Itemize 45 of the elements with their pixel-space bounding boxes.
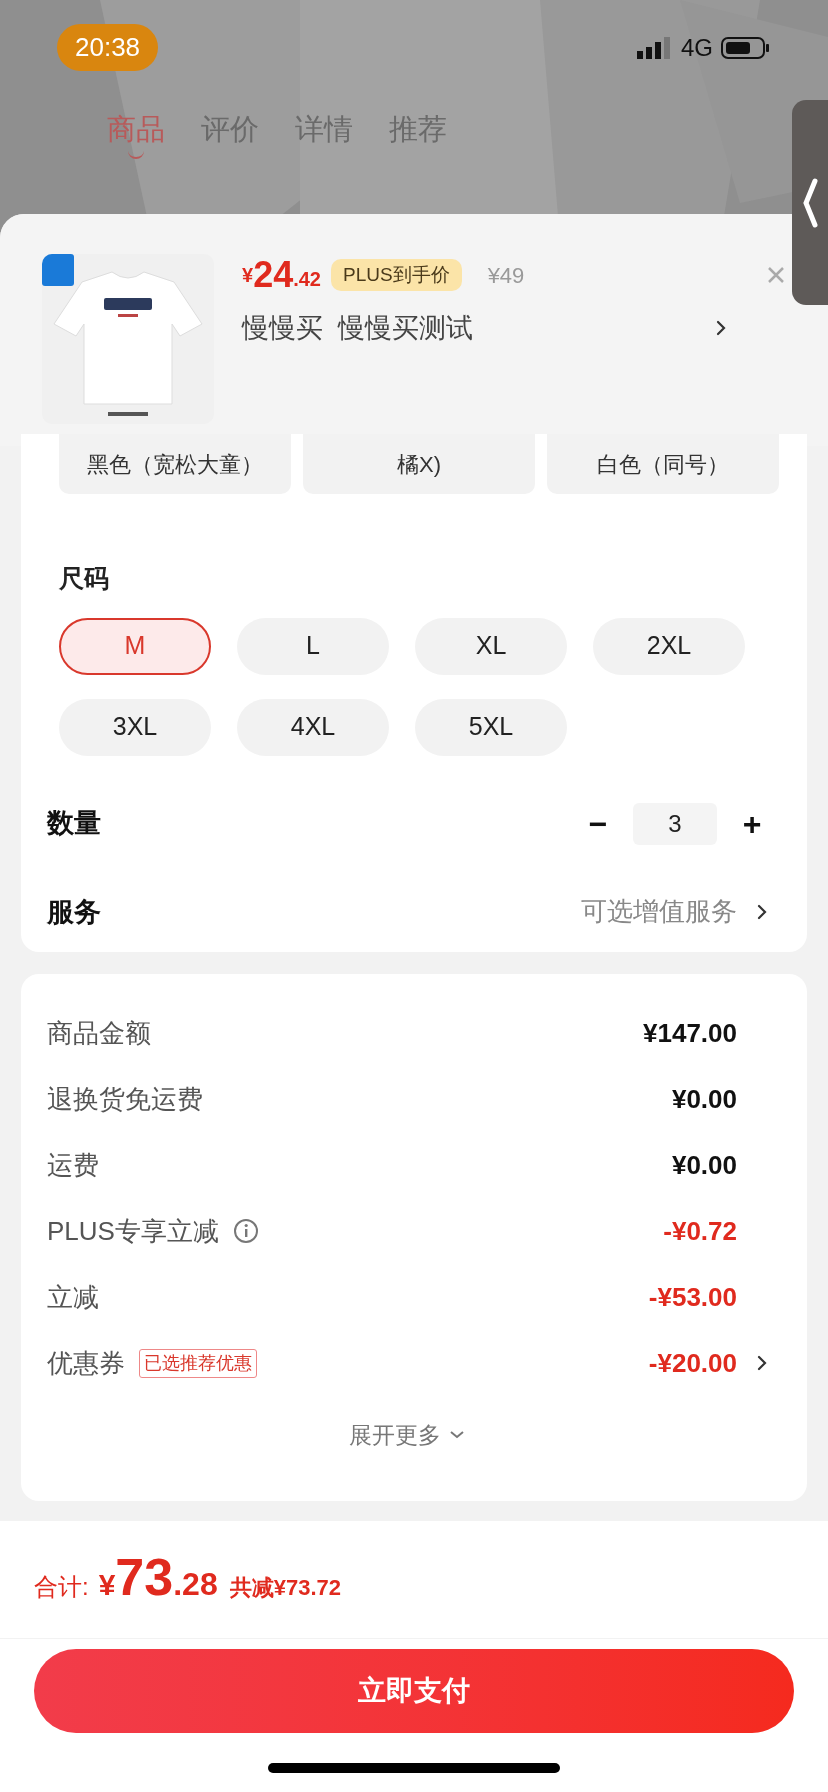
price-integer: 24	[253, 257, 294, 293]
size-option[interactable]: 3XL	[59, 698, 211, 756]
section-title: 尺码	[58, 563, 110, 594]
summary-label: 优惠券	[47, 1346, 125, 1380]
size-option[interactable]: 2XL	[593, 617, 745, 675]
pay-button[interactable]: 立即支付	[34, 1648, 794, 1733]
total-symbol: ¥	[98, 1567, 116, 1603]
summary-value: ¥147.00	[643, 1016, 737, 1050]
size-option[interactable]: 5XL	[415, 698, 567, 756]
status-time: 20:38	[57, 24, 159, 71]
size-option[interactable]: XL	[415, 617, 567, 675]
total-label: 合计:	[34, 1571, 89, 1602]
plus-button[interactable]: +	[737, 799, 767, 848]
total-saved: 共减¥73.72	[229, 1573, 341, 1602]
price-symbol: ¥	[242, 264, 254, 286]
network-label: 4G	[681, 32, 713, 63]
summary-value: ¥0.00	[671, 1148, 737, 1182]
row-label: 服务	[47, 895, 102, 929]
row-label: 数量	[47, 807, 102, 841]
total-decimal: .28	[173, 1564, 218, 1604]
color-option[interactable]: 橘X)	[303, 434, 535, 494]
summary-label: 商品金额	[47, 1016, 151, 1050]
size-option[interactable]: L	[237, 617, 389, 675]
summary-value: -¥53.00	[648, 1280, 737, 1314]
size-option[interactable]: M	[59, 617, 211, 675]
minus-button[interactable]: −	[583, 799, 613, 848]
plus-price-badge: PLUS到手价	[331, 258, 462, 292]
product-name: 慢慢买 慢慢买测试	[242, 312, 474, 345]
size-option[interactable]: 4XL	[237, 698, 389, 756]
original-price: ¥49	[487, 261, 525, 290]
service-link[interactable]: 可选增值服务	[581, 892, 737, 932]
color-option[interactable]: 白色（同号）	[547, 434, 779, 494]
expand-more-button[interactable]: 展开更多	[349, 1418, 465, 1453]
coupon-tag: 已选推荐优惠	[139, 1348, 257, 1378]
color-option[interactable]: 黑色（宽松大童）	[59, 434, 291, 494]
total-integer: 73	[115, 1550, 174, 1603]
quantity-field[interactable]: 3	[633, 802, 717, 845]
summary-label: PLUS专享立减	[47, 1214, 219, 1248]
summary-value: -¥20.00	[648, 1346, 737, 1380]
summary-label: 立减	[47, 1280, 99, 1314]
summary-label: 退换货免运费	[47, 1082, 203, 1116]
summary-value: ¥0.00	[671, 1082, 737, 1116]
summary-value: -¥0.72	[663, 1214, 737, 1248]
summary-label: 运费	[47, 1148, 99, 1182]
price-decimal: .42	[293, 268, 321, 292]
